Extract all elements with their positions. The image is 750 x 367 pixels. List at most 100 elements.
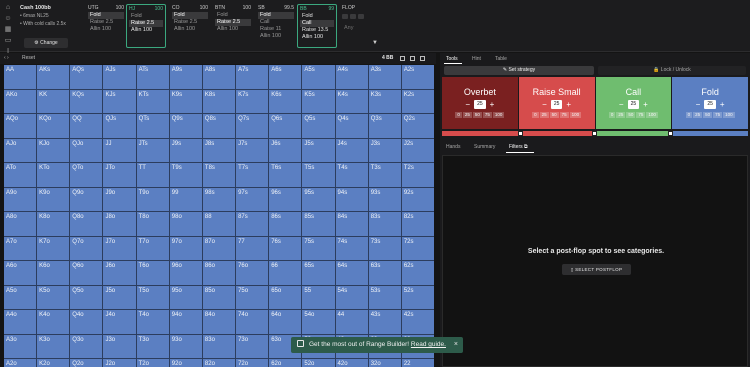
hand-cell[interactable]: A8s (202, 65, 236, 89)
preset-button[interactable]: 75 (636, 112, 646, 118)
read-guide-link[interactable]: Read guide. (411, 341, 446, 348)
hand-cell[interactable]: Q6o (70, 261, 103, 285)
action-call[interactable]: Call (300, 20, 334, 27)
preset-button[interactable]: 0 (455, 112, 462, 118)
hand-cell[interactable]: J2o (103, 359, 136, 367)
chat-icon[interactable]: ▭ (4, 37, 12, 45)
close-icon[interactable]: × (454, 337, 458, 353)
hand-cell[interactable]: 85s (302, 212, 335, 236)
hand-cell[interactable]: J8o (103, 212, 136, 236)
action-allin[interactable]: Allin 100 (300, 34, 334, 41)
hand-cell[interactable]: 65o (269, 285, 302, 309)
preset-button[interactable]: 50 (703, 112, 713, 118)
tab-filters[interactable]: Filters ⧉ (509, 144, 528, 150)
hand-cell[interactable]: T4s (335, 163, 368, 187)
hand-cell[interactable]: A2s (401, 65, 434, 89)
hand-cell[interactable]: A3o (4, 334, 37, 358)
preset-button[interactable]: 100 (492, 112, 505, 118)
hand-cell[interactable]: 95s (302, 187, 335, 211)
hand-cell[interactable]: 74o (236, 310, 269, 334)
tab-hint[interactable]: Hint (472, 56, 481, 62)
hand-cell[interactable]: 92s (401, 187, 434, 211)
action-raise[interactable]: Raise 2.5 (215, 19, 251, 26)
hand-cell[interactable]: Q7o (70, 236, 103, 260)
flop-cards[interactable] (342, 14, 378, 19)
minus-icon[interactable]: − (542, 100, 547, 109)
strategy-percent-input[interactable]: 25 (474, 100, 486, 109)
hand-cell[interactable]: 75o (236, 285, 269, 309)
hand-cell[interactable]: T3o (136, 334, 169, 358)
hand-cell[interactable]: J3o (103, 334, 136, 358)
hand-cell[interactable]: K6o (37, 261, 70, 285)
hand-cell[interactable]: 52s (401, 285, 434, 309)
hand-cell[interactable]: 73s (368, 236, 401, 260)
hand-cell[interactable]: 64s (335, 261, 368, 285)
position-utg[interactable]: UTG 100 Fold Raise 2.5 Allin 100 (86, 4, 126, 48)
preset-button[interactable]: 50 (626, 112, 636, 118)
preset-button[interactable]: 100 (569, 112, 582, 118)
hand-cell[interactable]: AKs (37, 65, 70, 89)
hand-cell[interactable]: 72s (401, 236, 434, 260)
hand-cell[interactable]: J6o (103, 261, 136, 285)
hand-cell[interactable]: K3s (368, 89, 401, 113)
hand-cell[interactable]: 73o (236, 334, 269, 358)
hand-cell[interactable]: K2o (37, 359, 70, 367)
action-call[interactable]: Call (258, 19, 294, 26)
hand-cell[interactable]: KTo (37, 163, 70, 187)
hand-cell[interactable]: K2s (401, 89, 434, 113)
hand-cell[interactable]: 93o (169, 334, 202, 358)
hand-cell[interactable]: 87s (236, 212, 269, 236)
hand-cell[interactable]: 74s (335, 236, 368, 260)
tab-table[interactable]: Table (495, 56, 507, 62)
lock-unlock-button[interactable]: 🔒 Lock / Unlock (598, 66, 746, 75)
position-sb[interactable]: SB 99.5 Fold Call Raise 11 Allin 100 (256, 4, 296, 48)
card-slot[interactable] (358, 14, 364, 19)
reset-button[interactable]: Reset (22, 55, 35, 61)
hand-cell[interactable]: Q4o (70, 310, 103, 334)
hand-cell[interactable]: 44 (335, 310, 368, 334)
minus-icon[interactable]: − (619, 100, 624, 109)
hand-cell[interactable]: 88 (202, 212, 236, 236)
minus-icon[interactable]: − (465, 100, 470, 109)
hand-cell[interactable]: KJs (103, 89, 136, 113)
set-strategy-button[interactable]: ✎ Set strategy (444, 66, 594, 75)
hand-cell[interactable]: T3s (368, 163, 401, 187)
hand-cell[interactable]: K8s (202, 89, 236, 113)
hand-cell[interactable]: A7o (4, 236, 37, 260)
hand-cell[interactable]: J9o (103, 187, 136, 211)
hand-cell[interactable]: A7s (236, 65, 269, 89)
hand-cell[interactable]: ATs (136, 65, 169, 89)
hand-cell[interactable]: KK (37, 89, 70, 113)
hand-cell[interactable]: T9s (169, 163, 202, 187)
hand-cell[interactable]: AKo (4, 89, 37, 113)
preset-button[interactable]: 100 (723, 112, 735, 118)
hand-cell[interactable]: K5o (37, 285, 70, 309)
action-fold[interactable]: Fold (172, 12, 208, 19)
hand-cell[interactable]: Q4s (335, 114, 368, 138)
hand-cell[interactable]: 82o (202, 359, 236, 367)
hand-cell[interactable]: 99 (169, 187, 202, 211)
hand-cell[interactable]: A2o (4, 359, 37, 367)
hand-cell[interactable]: A5s (302, 65, 335, 89)
hand-cell[interactable]: J7s (236, 138, 269, 162)
hand-cell[interactable]: KTs (136, 89, 169, 113)
hand-cell[interactable]: K4s (335, 89, 368, 113)
hand-cell[interactable]: T2o (136, 359, 169, 367)
action-fold[interactable]: Fold (88, 12, 124, 19)
hand-cell[interactable]: 97s (236, 187, 269, 211)
hand-cell[interactable]: A6o (4, 261, 37, 285)
hand-cell[interactable]: K6s (269, 89, 302, 113)
hand-cell[interactable]: K3o (37, 334, 70, 358)
hand-cell[interactable]: J3s (368, 138, 401, 162)
hand-cell[interactable]: QTs (136, 114, 169, 138)
plus-icon[interactable]: + (643, 100, 648, 109)
preset-button[interactable]: 75 (559, 112, 569, 118)
hand-cell[interactable]: A9s (169, 65, 202, 89)
action-raise[interactable]: Raise 2.5 (88, 19, 124, 26)
hand-cell[interactable]: 62o (269, 359, 302, 367)
hand-cell[interactable]: 83o (202, 334, 236, 358)
select-postflop-button[interactable]: ▯ SELECT POSTFLOP (562, 264, 631, 275)
hand-cell[interactable]: T8s (202, 163, 236, 187)
hand-cell[interactable]: A3s (368, 65, 401, 89)
hand-cell[interactable]: A4s (335, 65, 368, 89)
